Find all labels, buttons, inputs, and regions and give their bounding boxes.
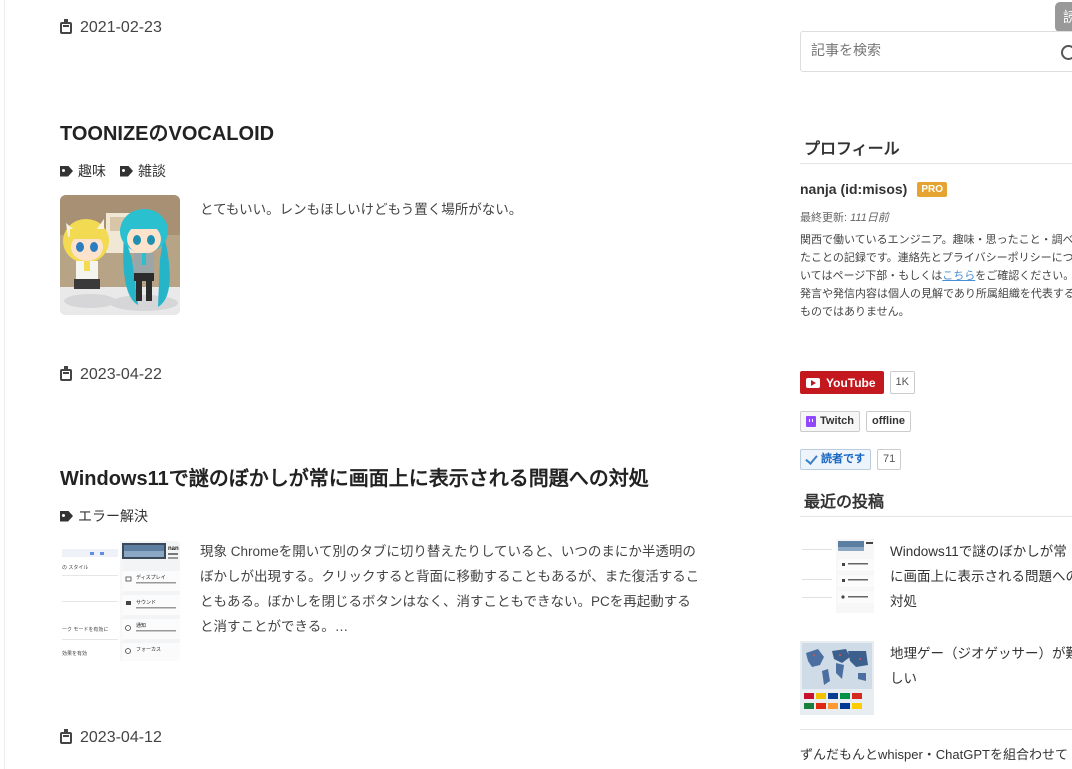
- thumb-text: ディスプレイ: [136, 574, 166, 581]
- post-date-text: 2023-04-12: [80, 729, 162, 746]
- readers-button[interactable]: 読者です: [800, 449, 871, 470]
- readers-count: 71: [877, 449, 902, 470]
- recent-post-item[interactable]: Windows11で謎のぼかしが常に画面上に表示される問題への対処: [800, 539, 1072, 619]
- sidebar: プロフィール nanja (id:misos) PRO 最終更新: 111日前 …: [800, 0, 1072, 769]
- divider: [800, 729, 1072, 730]
- last-updated: 最終更新: 111日前: [800, 209, 889, 225]
- readers-label: 読者です: [821, 453, 865, 465]
- tag-link[interactable]: エラー解決: [60, 506, 148, 526]
- post-thumbnail-figures[interactable]: [60, 195, 180, 315]
- readers-badge-row: 読者です 71: [800, 449, 902, 470]
- search-box: [800, 31, 1072, 72]
- thumb-text: フォーカス: [136, 647, 161, 653]
- profile-heading: プロフィール: [804, 141, 900, 158]
- tag-link[interactable]: 趣味: [60, 161, 106, 181]
- twitch-label: Twitch: [820, 415, 855, 427]
- post-date-text: 2023-04-22: [80, 366, 162, 383]
- twitch-button[interactable]: Twitch: [800, 411, 861, 432]
- post-date: 2021-02-23: [60, 19, 162, 37]
- post-title-link[interactable]: Windows11で謎のぼかしが常に画面上に表示される問題への対処: [60, 462, 649, 491]
- recent-post-title: Windows11で謎のぼかしが常に画面上に表示される問題への対処: [890, 544, 1072, 609]
- calendar-icon: [60, 366, 72, 381]
- recent-posts-heading: 最近の投稿: [804, 494, 885, 511]
- post-excerpt: 現象 Chromeを開いて別のタブに切り替えたりしていると、いつのまにか半透明の…: [200, 544, 700, 634]
- tag-label: 趣味: [78, 163, 106, 179]
- twitch-badge-row: Twitch offline: [800, 411, 912, 432]
- post-tags: 趣味 雑談: [60, 161, 166, 181]
- post-date-text: 2021-02-23: [80, 19, 162, 36]
- recent-post-title-link[interactable]: ずんだもんとwhisper・ChatGPTを組合わせて: [800, 744, 1068, 763]
- last-updated-value: 111日前: [850, 212, 889, 224]
- calendar-icon: [60, 19, 72, 34]
- thumb-text: 通知: [136, 622, 146, 629]
- page-left-border: [4, 0, 5, 769]
- thumb-text: サウンド: [136, 599, 156, 606]
- tag-icon: [60, 510, 73, 522]
- search-input[interactable]: [801, 32, 1061, 68]
- contact-link[interactable]: こちら: [942, 270, 975, 282]
- tag-label: 雑談: [138, 163, 166, 179]
- thumb-text: ーク モードを有効に: [62, 626, 108, 633]
- youtube-label: YouTube: [826, 375, 876, 390]
- profile-name-link[interactable]: nanja (id:misos): [800, 181, 907, 197]
- recent-post-thumbnail: [800, 539, 874, 613]
- youtube-icon: [806, 377, 820, 388]
- recent-post-thumbnail: [800, 641, 874, 715]
- post-excerpt: とてもいい。レンもほしいけどもう置く場所がない。: [200, 202, 523, 217]
- tag-icon: [120, 165, 133, 177]
- check-icon: [805, 451, 818, 465]
- twitch-status: offline: [866, 411, 912, 432]
- youtube-badge-row: YouTube 1K: [800, 371, 916, 394]
- tag-link[interactable]: 雑談: [120, 161, 166, 181]
- calendar-icon: [60, 729, 72, 744]
- pro-badge: PRO: [917, 181, 948, 197]
- tag-icon: [60, 165, 73, 177]
- profile-name-row: nanja (id:misos) PRO: [800, 181, 948, 197]
- profile-description: 関西で働いているエンジニア。趣味・思ったこと・調べたことの記録です。連絡先とプラ…: [800, 231, 1072, 321]
- divider: [800, 516, 1072, 517]
- youtube-subscribe-button[interactable]: YouTube: [800, 371, 884, 394]
- thumb-text: nan: [168, 546, 179, 552]
- last-updated-label: 最終更新:: [800, 212, 851, 224]
- post-date: 2023-04-12: [60, 729, 162, 747]
- youtube-count: 1K: [889, 371, 916, 394]
- recent-post-item[interactable]: 地理ゲー（ジオゲッサー）が難しい: [800, 641, 1072, 721]
- tag-label: エラー解決: [78, 508, 148, 524]
- post-title-link[interactable]: TOONIZEのVOCALOID: [60, 117, 274, 146]
- thumb-text: の スタイル: [62, 564, 88, 571]
- divider: [800, 163, 1072, 164]
- search-icon[interactable]: [1061, 45, 1072, 60]
- recent-post-title: 地理ゲー（ジオゲッサー）が難しい: [890, 646, 1072, 686]
- thumb-text: 効果を有効: [62, 650, 87, 657]
- post-tags: エラー解決: [60, 506, 148, 526]
- twitch-icon: [806, 416, 816, 427]
- post-thumbnail-settings[interactable]: の スタイル ーク モードを有効に 効果を有効 nan ディスプレイ サウンド …: [60, 541, 180, 661]
- post-date: 2023-04-22: [60, 366, 162, 384]
